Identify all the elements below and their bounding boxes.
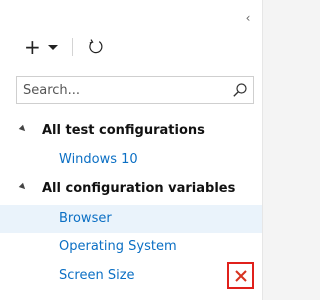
expand-icon[interactable]	[18, 182, 28, 192]
plus-icon: +	[24, 35, 41, 59]
tree-group-label: All test configurations	[42, 122, 205, 138]
collapse-panel-button[interactable]: ‹	[240, 10, 256, 26]
caret-down-icon	[47, 44, 58, 50]
search-icon[interactable]	[232, 82, 248, 98]
tree-item-label: Operating System	[59, 239, 177, 254]
configurations-panel: ‹ + All test configurations Windows 10 A…	[0, 0, 263, 300]
close-icon	[234, 269, 247, 282]
refresh-button[interactable]	[87, 38, 105, 56]
tree-item-screen-size[interactable]: Screen Size	[0, 262, 262, 290]
tree-item-label: Screen Size	[59, 268, 135, 283]
toolbar-separator	[71, 38, 73, 56]
tree-group-test-configurations[interactable]: All test configurations	[0, 118, 262, 142]
tree-item-browser[interactable]: Browser	[0, 205, 262, 233]
toolbar: +	[24, 36, 105, 58]
search-input[interactable]	[23, 80, 223, 100]
expand-icon[interactable]	[18, 124, 28, 134]
search-box	[16, 76, 254, 104]
tree-group-configuration-variables[interactable]: All configuration variables	[0, 176, 262, 200]
tree-item-label: Browser	[59, 211, 112, 226]
tree-item-windows-10[interactable]: Windows 10	[0, 146, 262, 174]
tree-item-operating-system[interactable]: Operating System	[0, 233, 262, 261]
add-dropdown-button[interactable]: +	[24, 37, 58, 57]
tree-group-label: All configuration variables	[42, 180, 236, 196]
chevron-left-icon: ‹	[245, 11, 251, 25]
refresh-icon	[89, 39, 103, 54]
tree-item-label: Windows 10	[59, 152, 138, 167]
delete-button[interactable]	[227, 262, 254, 289]
